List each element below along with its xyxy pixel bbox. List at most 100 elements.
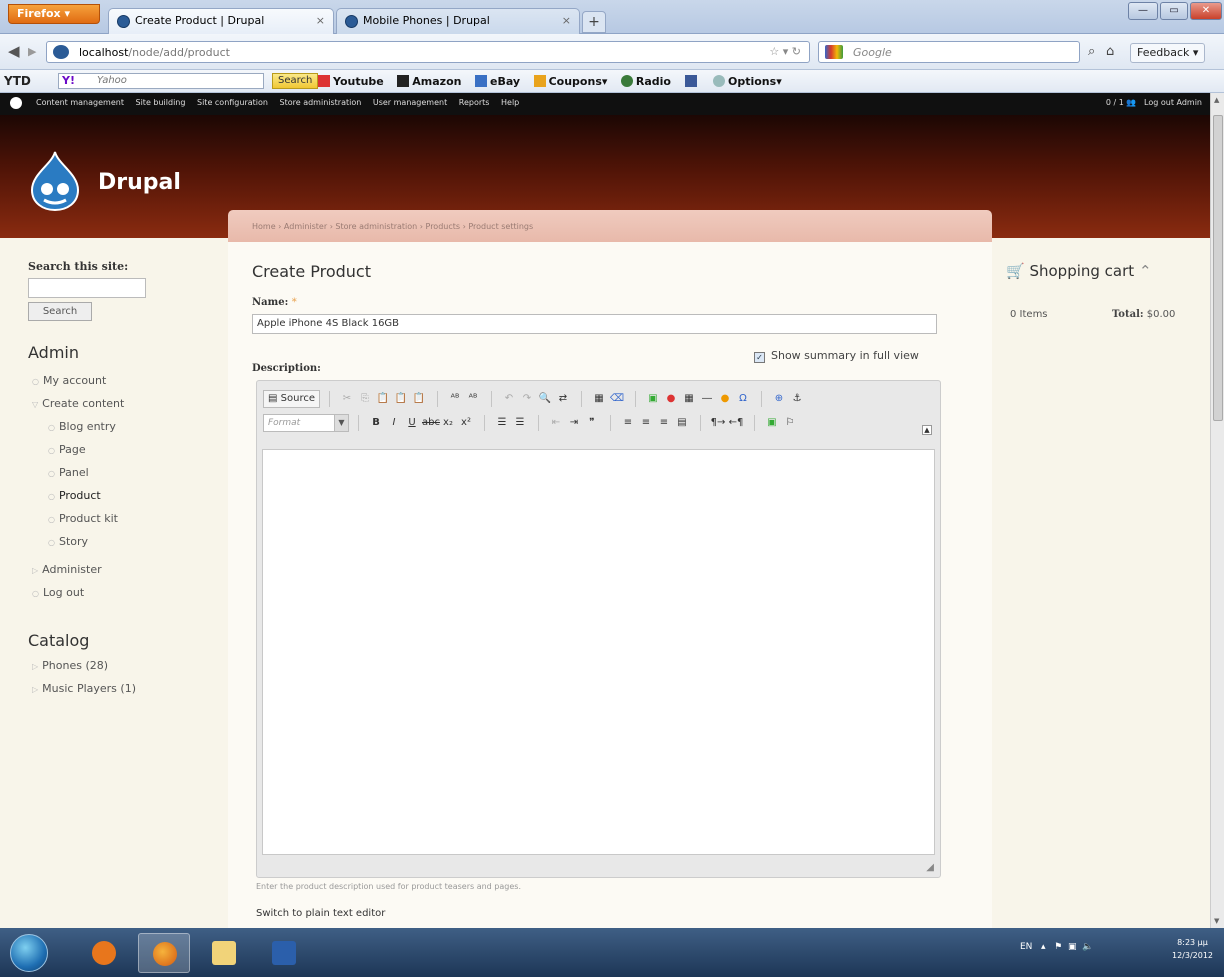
scroll-thumb[interactable] bbox=[1213, 115, 1223, 421]
switch-editor-link[interactable]: Switch to plain text editor bbox=[256, 908, 385, 919]
format-select[interactable]: Format ▼ bbox=[263, 414, 349, 432]
admin-menu-content-management[interactable]: Content management bbox=[36, 98, 124, 107]
scroll-up-icon[interactable]: ▲ bbox=[1214, 96, 1219, 104]
cut-icon[interactable]: ✂ bbox=[339, 391, 355, 407]
search-magnifier-icon[interactable]: ⌕ bbox=[1088, 44, 1095, 59]
anchor-icon[interactable]: ⚓ bbox=[789, 391, 805, 407]
shopping-cart-heading[interactable]: 🛒 Shopping cart ⌃ bbox=[1006, 262, 1152, 280]
horizontal-rule-icon[interactable]: ― bbox=[699, 391, 715, 407]
page-scrollbar[interactable]: ▲ ▼ bbox=[1210, 93, 1224, 928]
minimize-button[interactable]: — bbox=[1128, 2, 1158, 20]
nav-product-kit[interactable]: ○ Product kit bbox=[48, 512, 118, 525]
system-clock[interactable]: 8:23 μμ 12/3/2012 bbox=[1172, 936, 1213, 962]
close-window-button[interactable]: ✕ bbox=[1190, 2, 1222, 20]
feedback-button[interactable]: Feedback ▾ bbox=[1130, 43, 1206, 63]
tray-up-arrow-icon[interactable]: ▴ bbox=[1041, 942, 1046, 952]
bulleted-list-icon[interactable]: ☰ bbox=[512, 415, 528, 431]
firefox-menu-button[interactable]: Firefox ▾ bbox=[8, 4, 100, 24]
back-arrow-icon[interactable]: ◀ bbox=[8, 42, 20, 60]
youtube-link[interactable]: Youtube bbox=[318, 75, 384, 88]
special-char-icon[interactable]: Ω bbox=[735, 391, 751, 407]
drupal-admin-icon[interactable] bbox=[10, 97, 22, 109]
description-editor-area[interactable] bbox=[262, 449, 935, 855]
superscript-icon[interactable]: x² bbox=[458, 415, 474, 431]
justify-icon[interactable]: ▤ bbox=[674, 415, 690, 431]
coupons-link[interactable]: Coupons▾ bbox=[533, 75, 607, 88]
site-name[interactable]: Drupal bbox=[98, 170, 181, 195]
new-tab-button[interactable]: + bbox=[582, 11, 606, 33]
nav-panel[interactable]: ○ Panel bbox=[48, 466, 89, 479]
table-icon[interactable]: ▦ bbox=[681, 391, 697, 407]
tab-create-product[interactable]: Create Product | Drupal × bbox=[108, 8, 334, 34]
scroll-down-icon[interactable]: ▼ bbox=[1214, 917, 1219, 925]
checkbox-checked-icon[interactable]: ✓ bbox=[754, 352, 765, 363]
strikethrough-icon[interactable]: abc bbox=[422, 415, 440, 431]
select-all-icon[interactable]: ▦ bbox=[591, 391, 607, 407]
collapse-toolbar-icon[interactable]: ▲ bbox=[922, 425, 932, 435]
tab-mobile-phones[interactable]: Mobile Phones | Drupal × bbox=[336, 8, 580, 34]
tab-close-icon[interactable]: × bbox=[316, 14, 325, 27]
show-summary-checkbox[interactable]: ✓ Show summary in full view bbox=[754, 349, 919, 363]
network-icon[interactable]: ▣ bbox=[1068, 942, 1077, 952]
maximize-button[interactable]: ▭ bbox=[1160, 2, 1188, 20]
home-icon[interactable]: ⌂ bbox=[1106, 44, 1114, 59]
nav-story[interactable]: ○ Story bbox=[48, 535, 88, 548]
taskbar-explorer[interactable] bbox=[198, 933, 250, 973]
language-indicator[interactable]: EN bbox=[1020, 942, 1032, 952]
nav-create-content[interactable]: ▽ Create content bbox=[32, 397, 124, 410]
start-button[interactable] bbox=[10, 934, 48, 972]
ltr-icon[interactable]: ¶→ bbox=[710, 415, 726, 431]
align-right-icon[interactable]: ≡ bbox=[656, 415, 672, 431]
image-browser-icon[interactable]: ▣ bbox=[764, 415, 780, 431]
radio-link[interactable]: Radio bbox=[620, 75, 671, 88]
breadcrumb[interactable]: Home › Administer › Store administration… bbox=[252, 222, 533, 231]
forward-arrow-icon[interactable]: ▶ bbox=[28, 45, 36, 58]
admin-menu-reports[interactable]: Reports bbox=[459, 98, 490, 107]
paste-word-icon[interactable]: 📋 bbox=[411, 391, 427, 407]
logout-admin-link[interactable]: Log out Admin bbox=[1144, 98, 1202, 107]
flag-icon[interactable]: ⚐ bbox=[782, 415, 798, 431]
italic-icon[interactable]: I bbox=[386, 415, 402, 431]
source-button[interactable]: ▤ Source bbox=[263, 390, 320, 408]
bookmark-star-icon[interactable]: ☆ ▾ ↻ bbox=[769, 45, 801, 58]
redo-icon[interactable]: ↷ bbox=[519, 391, 535, 407]
tab-close-icon[interactable]: × bbox=[562, 14, 571, 27]
remove-format-icon[interactable]: ⌫ bbox=[609, 391, 625, 407]
nav-log-out[interactable]: ○ Log out bbox=[32, 586, 84, 599]
amazon-link[interactable]: Amazon bbox=[397, 75, 461, 88]
admin-menu-site-configuration[interactable]: Site configuration bbox=[197, 98, 268, 107]
taskbar-firefox[interactable] bbox=[138, 933, 190, 973]
spellcheck-as-you-type-icon[interactable]: ᴬᴮ bbox=[465, 391, 481, 407]
drupal-logo-icon[interactable] bbox=[30, 150, 80, 212]
options-link[interactable]: Options▾ bbox=[713, 75, 782, 88]
rtl-icon[interactable]: ←¶ bbox=[728, 415, 744, 431]
smiley-icon[interactable]: ● bbox=[717, 391, 733, 407]
catalog-music-players[interactable]: ▷ Music Players (1) bbox=[32, 682, 136, 695]
paste-text-icon[interactable]: 📋 bbox=[393, 391, 409, 407]
align-center-icon[interactable]: ≡ bbox=[638, 415, 654, 431]
image-icon[interactable]: ▣ bbox=[645, 391, 661, 407]
underline-icon[interactable]: U bbox=[404, 415, 420, 431]
yahoo-search-button[interactable]: Search bbox=[272, 73, 319, 89]
admin-menu-store-administration[interactable]: Store administration bbox=[280, 98, 362, 107]
numbered-list-icon[interactable]: ☰ bbox=[494, 415, 510, 431]
blockquote-icon[interactable]: ❞ bbox=[584, 415, 600, 431]
nav-product[interactable]: ○ Product bbox=[48, 489, 101, 502]
outdent-icon[interactable]: ⇤ bbox=[548, 415, 564, 431]
nav-blog-entry[interactable]: ○ Blog entry bbox=[48, 420, 116, 433]
admin-menu-site-building[interactable]: Site building bbox=[136, 98, 186, 107]
spellcheck-icon[interactable]: ᴬᴮ bbox=[447, 391, 463, 407]
link-icon[interactable]: ⊕ bbox=[771, 391, 787, 407]
undo-icon[interactable]: ↶ bbox=[501, 391, 517, 407]
admin-menu-help[interactable]: Help bbox=[501, 98, 519, 107]
facebook-icon[interactable] bbox=[684, 75, 700, 88]
nav-administer[interactable]: ▷ Administer bbox=[32, 563, 102, 576]
indent-icon[interactable]: ⇥ bbox=[566, 415, 582, 431]
product-name-input[interactable]: Apple iPhone 4S Black 16GB bbox=[252, 314, 937, 334]
site-search-button[interactable]: Search bbox=[28, 302, 92, 321]
align-left-icon[interactable]: ≡ bbox=[620, 415, 636, 431]
taskbar-media-player[interactable] bbox=[78, 933, 130, 973]
nav-my-account[interactable]: ○ My account bbox=[32, 374, 106, 387]
paste-icon[interactable]: 📋 bbox=[375, 391, 391, 407]
bold-icon[interactable]: B bbox=[368, 415, 384, 431]
